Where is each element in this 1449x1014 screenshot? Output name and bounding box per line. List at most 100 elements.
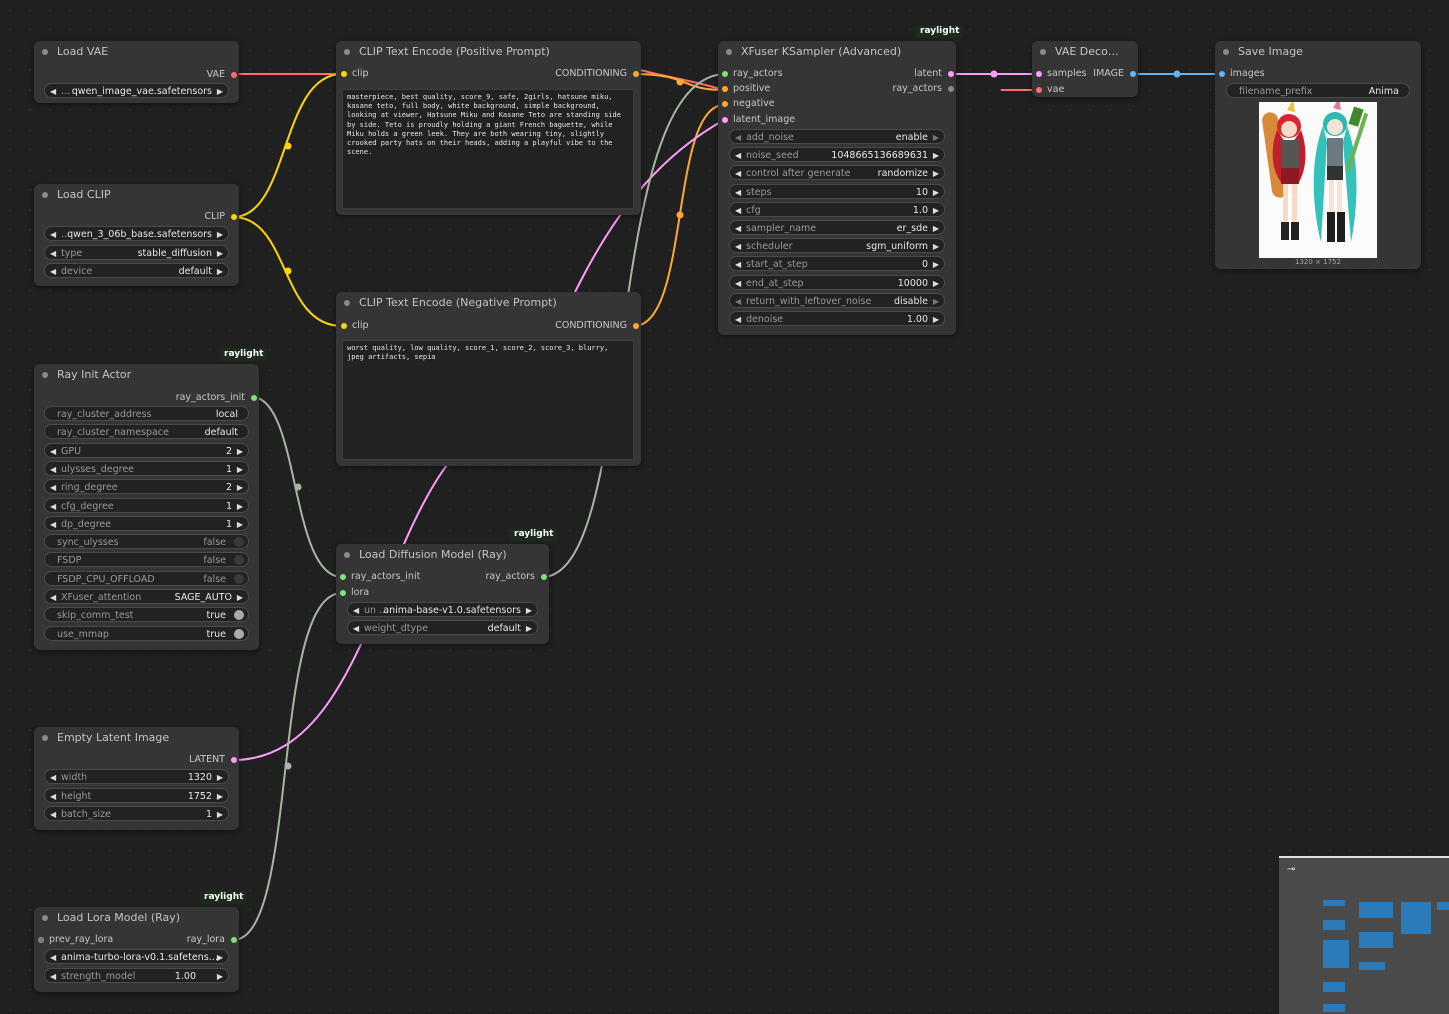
output-socket-icon[interactable] bbox=[231, 214, 237, 220]
input-negative[interactable]: negative bbox=[722, 97, 775, 111]
input-socket-icon[interactable] bbox=[340, 590, 346, 596]
input-socket-icon[interactable] bbox=[722, 117, 728, 123]
arrow-right-icon[interactable]: ▶ bbox=[933, 257, 939, 270]
node-title[interactable]: VAE Deco… bbox=[1032, 41, 1138, 63]
output-latent[interactable]: LATENT bbox=[189, 753, 237, 767]
arrow-left-icon[interactable]: ◀ bbox=[50, 789, 56, 802]
output-socket-icon[interactable] bbox=[251, 395, 257, 401]
output-socket-icon[interactable] bbox=[231, 757, 237, 763]
toggle-knob-icon[interactable] bbox=[234, 610, 244, 621]
return-with-leftover-noise-widget[interactable]: ◀ return_with_leftover_noise disable ▶ bbox=[729, 292, 945, 308]
minimap-settings-icon[interactable]: ⊸ bbox=[1287, 864, 1295, 875]
input-lora[interactable]: lora bbox=[340, 586, 369, 600]
arrow-right-icon[interactable]: ▶ bbox=[217, 969, 223, 982]
clip-name-combo[interactable]: ◀ … qwen_3_06b_base.safetensors ▶ bbox=[44, 226, 229, 241]
arrow-left-icon[interactable]: ◀ bbox=[735, 312, 741, 325]
node-load-diffusion-model[interactable]: Load Diffusion Model (Ray) ray_actors_in… bbox=[336, 544, 549, 644]
xfuser-attention-widget[interactable]: ◀ XFuser_attention SAGE_AUTO ▶ bbox=[44, 589, 249, 604]
skip-comm-test-widget[interactable]: skip_comm_test true bbox=[44, 607, 249, 623]
arrow-right-icon[interactable]: ▶ bbox=[237, 590, 243, 603]
sync-ulysses-widget[interactable]: sync_ulysses false bbox=[44, 534, 249, 550]
arrow-right-icon[interactable]: ▶ bbox=[933, 185, 939, 198]
height-widget[interactable]: ◀ height 1752 ▶ bbox=[44, 787, 229, 803]
node-title[interactable]: Load VAE bbox=[34, 41, 239, 63]
arrow-left-icon[interactable]: ◀ bbox=[50, 480, 56, 493]
arrow-left-icon[interactable]: ◀ bbox=[735, 148, 741, 161]
toggle-knob-icon[interactable] bbox=[234, 573, 244, 584]
node-title[interactable]: CLIP Text Encode (Positive Prompt) bbox=[336, 41, 641, 63]
input-socket-icon[interactable] bbox=[341, 323, 347, 329]
width-widget[interactable]: ◀ width 1320 ▶ bbox=[44, 769, 229, 784]
arrow-left-icon[interactable]: ◀ bbox=[50, 807, 56, 820]
arrow-left-icon[interactable]: ◀ bbox=[50, 246, 56, 259]
input-socket-icon[interactable] bbox=[340, 574, 346, 580]
node-title[interactable]: CLIP Text Encode (Negative Prompt) bbox=[336, 292, 641, 314]
output-conditioning[interactable]: CONDITIONING bbox=[555, 67, 639, 81]
node-title[interactable]: XFuser KSampler (Advanced) bbox=[718, 41, 956, 63]
dp-degree-widget[interactable]: ◀ dp_degree 1 ▶ bbox=[44, 515, 249, 531]
output-socket-icon[interactable] bbox=[633, 323, 639, 329]
ring-degree-widget[interactable]: ◀ ring_degree 2 ▶ bbox=[44, 479, 249, 495]
arrow-right-icon[interactable]: ▶ bbox=[933, 166, 939, 179]
output-ray-actors-init[interactable]: ray_actors_init bbox=[176, 391, 257, 405]
arrow-right-icon[interactable]: ▶ bbox=[526, 603, 532, 616]
output-socket-icon[interactable] bbox=[231, 72, 237, 78]
arrow-left-icon[interactable]: ◀ bbox=[50, 770, 56, 783]
fsdp-cpu-offload-widget[interactable]: FSDP_CPU_OFFLOAD false bbox=[44, 570, 249, 586]
cfg-widget[interactable]: ◀ cfg 1.0 ▶ bbox=[729, 201, 945, 217]
arrow-right-icon[interactable]: ▶ bbox=[237, 517, 243, 530]
ulysses-degree-widget[interactable]: ◀ ulysses_degree 1 ▶ bbox=[44, 460, 249, 476]
canvas-minimap[interactable]: ⊸ bbox=[1279, 856, 1449, 1014]
node-load-vae[interactable]: Load VAE VAE ◀ … qwen_image_vae.safetens… bbox=[34, 41, 239, 103]
arrow-right-icon[interactable]: ▶ bbox=[933, 239, 939, 252]
arrow-left-icon[interactable]: ◀ bbox=[735, 130, 741, 143]
node-title[interactable]: Empty Latent Image bbox=[34, 727, 239, 749]
collapse-dot-icon[interactable] bbox=[344, 552, 350, 558]
collapse-dot-icon[interactable] bbox=[1223, 49, 1229, 55]
arrow-left-icon[interactable]: ◀ bbox=[50, 950, 56, 963]
collapse-dot-icon[interactable] bbox=[1040, 49, 1046, 55]
input-socket-icon[interactable] bbox=[38, 937, 44, 943]
input-vae[interactable]: vae bbox=[1036, 83, 1064, 97]
steps-widget[interactable]: ◀ steps 10 ▶ bbox=[729, 183, 945, 199]
noise-seed-widget[interactable]: ◀ noise_seed 1048665136689631 ▶ bbox=[729, 147, 945, 163]
arrow-right-icon[interactable]: ▶ bbox=[933, 221, 939, 234]
arrow-left-icon[interactable]: ◀ bbox=[735, 276, 741, 289]
cfg-degree-widget[interactable]: ◀ cfg_degree 1 ▶ bbox=[44, 497, 249, 513]
arrow-left-icon[interactable]: ◀ bbox=[735, 221, 741, 234]
arrow-right-icon[interactable]: ▶ bbox=[933, 312, 939, 325]
arrow-right-icon[interactable]: ▶ bbox=[217, 950, 223, 963]
ray-cluster-namespace-widget[interactable]: ray_cluster_namespace default bbox=[44, 424, 249, 440]
node-load-lora-model[interactable]: Load Lora Model (Ray) prev_ray_lora ray_… bbox=[34, 907, 239, 992]
collapse-dot-icon[interactable] bbox=[42, 735, 48, 741]
input-latent-image[interactable]: latent_image bbox=[722, 113, 795, 127]
output-image[interactable]: IMAGE bbox=[1093, 67, 1136, 81]
input-clip[interactable]: clip bbox=[341, 319, 369, 333]
collapse-dot-icon[interactable] bbox=[344, 300, 350, 306]
clip-device-combo[interactable]: ◀ device default ▶ bbox=[44, 263, 229, 278]
node-load-clip[interactable]: Load CLIP CLIP ◀ … qwen_3_06b_base.safet… bbox=[34, 184, 239, 286]
arrow-left-icon[interactable]: ◀ bbox=[735, 294, 741, 307]
arrow-right-icon[interactable]: ▶ bbox=[933, 130, 939, 143]
output-socket-icon[interactable] bbox=[948, 86, 954, 92]
input-socket-icon[interactable] bbox=[722, 71, 728, 77]
node-ray-init-actor[interactable]: Ray Init Actor ray_actors_init ray_clust… bbox=[34, 364, 259, 650]
node-empty-latent-image[interactable]: Empty Latent Image LATENT ◀ width 1320 ▶ ◀ he… bbox=[34, 727, 239, 830]
arrow-right-icon[interactable]: ▶ bbox=[217, 227, 223, 240]
arrow-left-icon[interactable]: ◀ bbox=[735, 239, 741, 252]
denoise-widget[interactable]: ◀ denoise 1.00 ▶ bbox=[729, 311, 945, 326]
node-title[interactable]: Ray Init Actor bbox=[34, 364, 259, 386]
collapse-dot-icon[interactable] bbox=[344, 49, 350, 55]
use-mmap-widget[interactable]: use_mmap true bbox=[44, 625, 249, 641]
node-xfuser-ksampler[interactable]: XFuser KSampler (Advanced) ray_actors po… bbox=[718, 41, 956, 335]
negative-prompt-textarea[interactable]: worst quality, low quality, score_1, sco… bbox=[342, 340, 634, 460]
arrow-right-icon[interactable]: ▶ bbox=[217, 789, 223, 802]
arrow-left-icon[interactable]: ◀ bbox=[50, 444, 56, 457]
input-samples[interactable]: samples bbox=[1036, 67, 1087, 81]
collapse-dot-icon[interactable] bbox=[726, 49, 732, 55]
output-socket-icon[interactable] bbox=[541, 574, 547, 580]
input-socket-icon[interactable] bbox=[1219, 71, 1225, 77]
output-clip[interactable]: CLIP bbox=[205, 210, 237, 224]
input-ray-actors[interactable]: ray_actors bbox=[722, 67, 783, 81]
collapse-dot-icon[interactable] bbox=[42, 49, 48, 55]
